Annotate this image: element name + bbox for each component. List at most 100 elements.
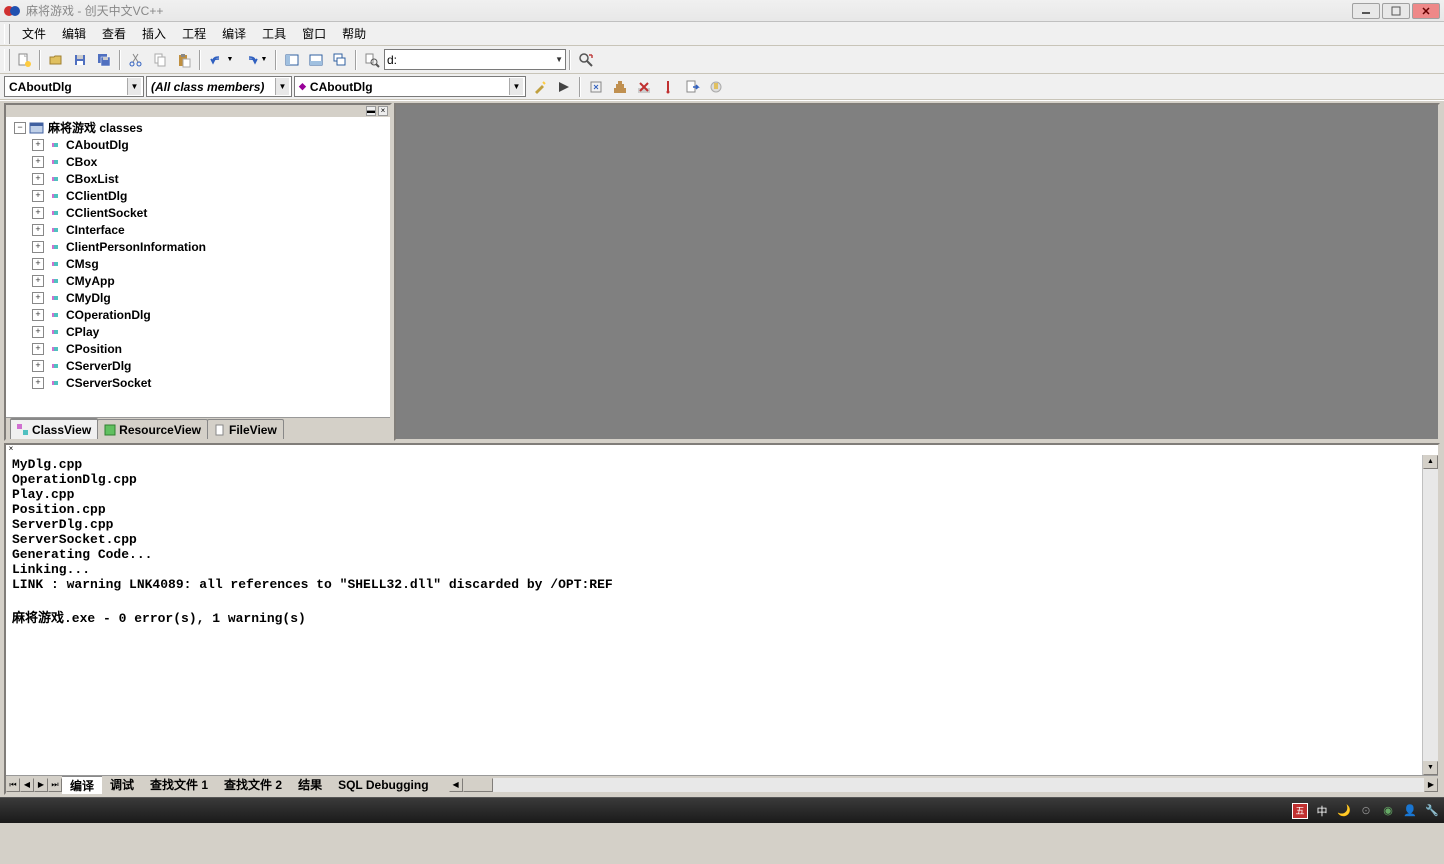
output-button[interactable] <box>305 49 327 71</box>
tab-nav-prev[interactable]: ◀ <box>20 778 34 792</box>
tree-class-item[interactable]: +CPosition <box>8 340 388 357</box>
menu-project[interactable]: 工程 <box>174 23 214 44</box>
tree-class-item[interactable]: +CInterface <box>8 221 388 238</box>
paste-button[interactable] <box>173 49 195 71</box>
breakpoint-button[interactable] <box>705 76 727 98</box>
hscroll-thumb[interactable] <box>463 778 493 792</box>
tree-class-item[interactable]: +CPlay <box>8 323 388 340</box>
output-tab-results[interactable]: 结果 <box>290 776 330 793</box>
output-tab-sql[interactable]: SQL Debugging <box>330 778 436 792</box>
member-combo[interactable]: ◆CAboutDlg▼ <box>294 76 526 97</box>
minimize-button[interactable] <box>1352 3 1380 19</box>
tree-class-item[interactable]: +CClientSocket <box>8 204 388 221</box>
tray-user-icon[interactable]: 👤 <box>1402 803 1418 819</box>
expand-icon[interactable]: + <box>32 292 44 304</box>
save-button[interactable] <box>69 49 91 71</box>
tab-classview[interactable]: ClassView <box>10 418 98 439</box>
class-tree[interactable]: − 麻将游戏 classes +CAboutDlg+CBox+CBoxList+… <box>6 117 390 417</box>
menu-window[interactable]: 窗口 <box>294 23 334 44</box>
output-tab-debug[interactable]: 调试 <box>102 776 142 793</box>
output-tab-find1[interactable]: 查找文件 1 <box>142 776 216 793</box>
undo-button[interactable]: ▼ <box>204 49 238 71</box>
tree-class-item[interactable]: +ClientPersonInformation <box>8 238 388 255</box>
expand-icon[interactable]: + <box>32 241 44 253</box>
open-button[interactable] <box>45 49 67 71</box>
maximize-button[interactable] <box>1382 3 1410 19</box>
menubar-gripper[interactable] <box>4 24 10 44</box>
wizard-action-button[interactable] <box>529 76 551 98</box>
tab-nav-first[interactable]: ⏮ <box>6 778 20 792</box>
dropdown-arrow-icon[interactable]: ▼ <box>509 78 523 95</box>
expand-icon[interactable]: + <box>32 207 44 219</box>
class-combo[interactable]: CAboutDlg▼ <box>4 76 144 97</box>
expand-icon[interactable]: + <box>32 343 44 355</box>
find-button[interactable] <box>575 49 597 71</box>
go-button[interactable] <box>681 76 703 98</box>
workspace-close-button[interactable]: × <box>378 106 388 116</box>
expand-icon[interactable]: + <box>32 224 44 236</box>
tab-nav-next[interactable]: ▶ <box>34 778 48 792</box>
tray-ime-icon[interactable]: 中 <box>1314 803 1330 819</box>
tray-moon-icon[interactable]: 🌙 <box>1336 803 1352 819</box>
menu-tools[interactable]: 工具 <box>254 23 294 44</box>
compile-button[interactable] <box>585 76 607 98</box>
tree-class-item[interactable]: +CServerSocket <box>8 374 388 391</box>
tree-class-item[interactable]: +CClientDlg <box>8 187 388 204</box>
output-hscrollbar[interactable]: ◀ ▶ <box>449 778 1438 792</box>
tab-resourceview[interactable]: ResourceView <box>97 419 208 439</box>
tree-class-item[interactable]: +CMyApp <box>8 272 388 289</box>
expand-icon[interactable]: + <box>32 326 44 338</box>
tray-icon-3[interactable]: ◉ <box>1380 803 1396 819</box>
tree-class-item[interactable]: +CServerDlg <box>8 357 388 374</box>
expand-icon[interactable]: + <box>32 156 44 168</box>
toolbar-gripper[interactable] <box>4 49 10 71</box>
redo-button[interactable]: ▼ <box>238 49 272 71</box>
close-button[interactable] <box>1412 3 1440 19</box>
workspace-dock-button[interactable]: ▬ <box>366 106 376 116</box>
wizard-arrow-button[interactable] <box>553 76 575 98</box>
tree-class-item[interactable]: +CBoxList <box>8 170 388 187</box>
expand-icon[interactable]: + <box>32 190 44 202</box>
search-path-combo[interactable]: d:▼ <box>384 49 566 70</box>
stop-build-button[interactable] <box>633 76 655 98</box>
tray-wrench-icon[interactable]: 🔧 <box>1424 803 1440 819</box>
scroll-up-button[interactable]: ▲ <box>1423 455 1438 469</box>
tab-fileview[interactable]: FileView <box>207 419 284 439</box>
menu-insert[interactable]: 插入 <box>134 23 174 44</box>
menu-view[interactable]: 查看 <box>94 23 134 44</box>
expand-icon[interactable]: + <box>32 377 44 389</box>
tab-nav-last[interactable]: ⏭ <box>48 778 62 792</box>
dropdown-arrow-icon[interactable]: ▼ <box>275 78 289 95</box>
tree-class-item[interactable]: +CBox <box>8 153 388 170</box>
scroll-down-button[interactable]: ▼ <box>1423 761 1438 775</box>
output-close-button[interactable]: × <box>6 445 16 455</box>
hscroll-right-button[interactable]: ▶ <box>1424 778 1438 792</box>
cut-button[interactable] <box>125 49 147 71</box>
tray-icon-2[interactable]: ⊙ <box>1358 803 1374 819</box>
tree-root[interactable]: − 麻将游戏 classes <box>8 119 388 136</box>
expand-icon[interactable]: + <box>32 258 44 270</box>
workspace-button[interactable] <box>281 49 303 71</box>
new-file-button[interactable] <box>13 49 35 71</box>
tree-class-item[interactable]: +CAboutDlg <box>8 136 388 153</box>
expand-icon[interactable]: + <box>32 309 44 321</box>
window-list-button[interactable] <box>329 49 351 71</box>
output-tab-build[interactable]: 编译 <box>62 776 102 794</box>
find-in-files-button[interactable] <box>361 49 383 71</box>
menu-build[interactable]: 编译 <box>214 23 254 44</box>
expand-icon[interactable]: + <box>32 173 44 185</box>
expand-icon[interactable]: + <box>32 275 44 287</box>
expand-icon[interactable]: + <box>32 360 44 372</box>
save-all-button[interactable] <box>93 49 115 71</box>
tree-class-item[interactable]: +COperationDlg <box>8 306 388 323</box>
collapse-icon[interactable]: − <box>14 122 26 134</box>
build-button[interactable] <box>609 76 631 98</box>
menu-help[interactable]: 帮助 <box>334 23 374 44</box>
execute-button[interactable] <box>657 76 679 98</box>
output-tab-find2[interactable]: 查找文件 2 <box>216 776 290 793</box>
menu-file[interactable]: 文件 <box>14 23 54 44</box>
dropdown-arrow-icon[interactable]: ▼ <box>127 78 141 95</box>
copy-button[interactable] <box>149 49 171 71</box>
expand-icon[interactable]: + <box>32 139 44 151</box>
output-text[interactable]: MyDlg.cpp OperationDlg.cpp Play.cpp Posi… <box>6 455 1422 775</box>
